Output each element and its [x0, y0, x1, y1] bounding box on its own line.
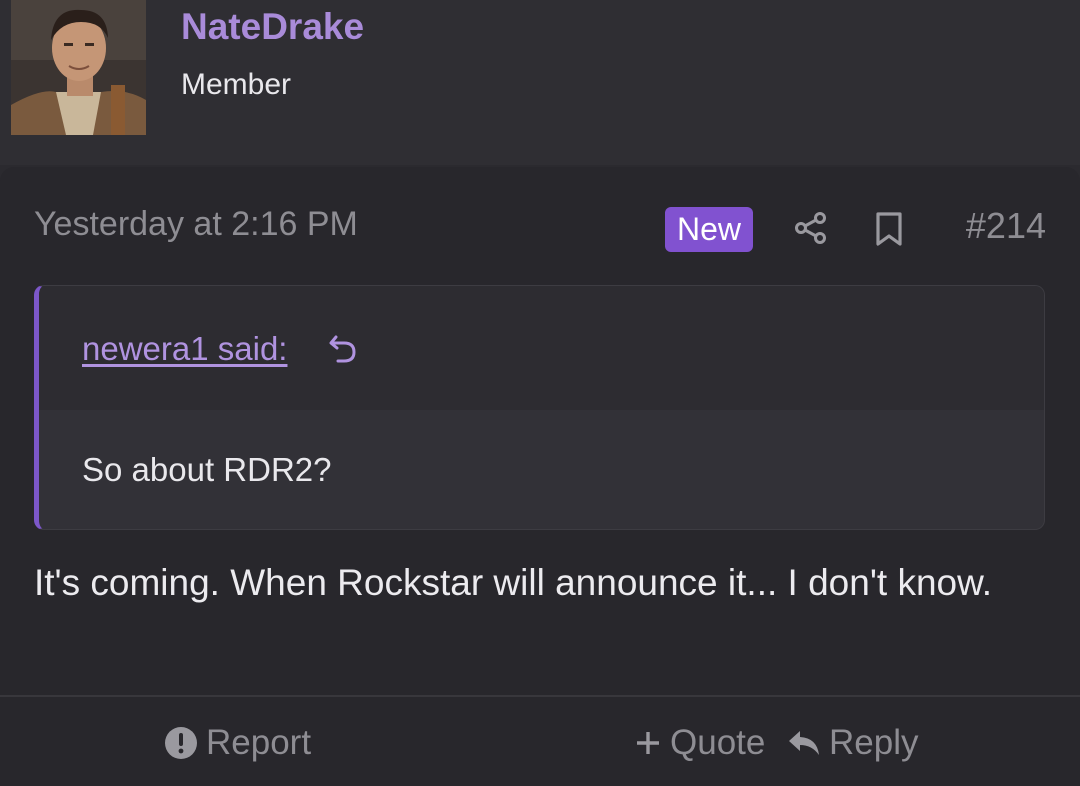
reply-label: Reply [829, 723, 919, 762]
reply-arrow-icon [789, 731, 819, 755]
quote-header: newera1 said: [39, 286, 1044, 410]
new-badge: New [665, 207, 753, 252]
quote-label: Quote [670, 723, 766, 762]
quote-box: newera1 said: So about RDR2? [34, 285, 1045, 530]
username[interactable]: NateDrake [181, 6, 364, 48]
post-timestamp[interactable]: Yesterday at 2:16 PM [34, 205, 358, 244]
quote-text: So about RDR2? [82, 451, 332, 488]
user-title: Member [181, 68, 292, 101]
quote-button[interactable]: Quote [634, 723, 765, 763]
user-header: NateDrake Member [0, 0, 1080, 165]
post: Yesterday at 2:16 PM New #214 newera1 sa… [0, 167, 1080, 786]
jump-to-quote-icon[interactable] [327, 331, 359, 365]
avatar[interactable] [11, 0, 146, 135]
post-message: It's coming. When Rockstar will announce… [34, 562, 993, 603]
footer-divider [0, 695, 1080, 697]
bookmark-icon[interactable] [872, 211, 906, 247]
plus-icon [637, 732, 659, 754]
post-number[interactable]: #214 [966, 205, 1046, 247]
reply-button[interactable]: Reply [787, 723, 918, 763]
report-button[interactable]: Report [164, 723, 311, 763]
alert-icon [165, 727, 197, 759]
quote-author-link[interactable]: newera1 said: [82, 330, 287, 368]
report-label: Report [206, 723, 312, 762]
share-icon[interactable] [793, 210, 829, 246]
